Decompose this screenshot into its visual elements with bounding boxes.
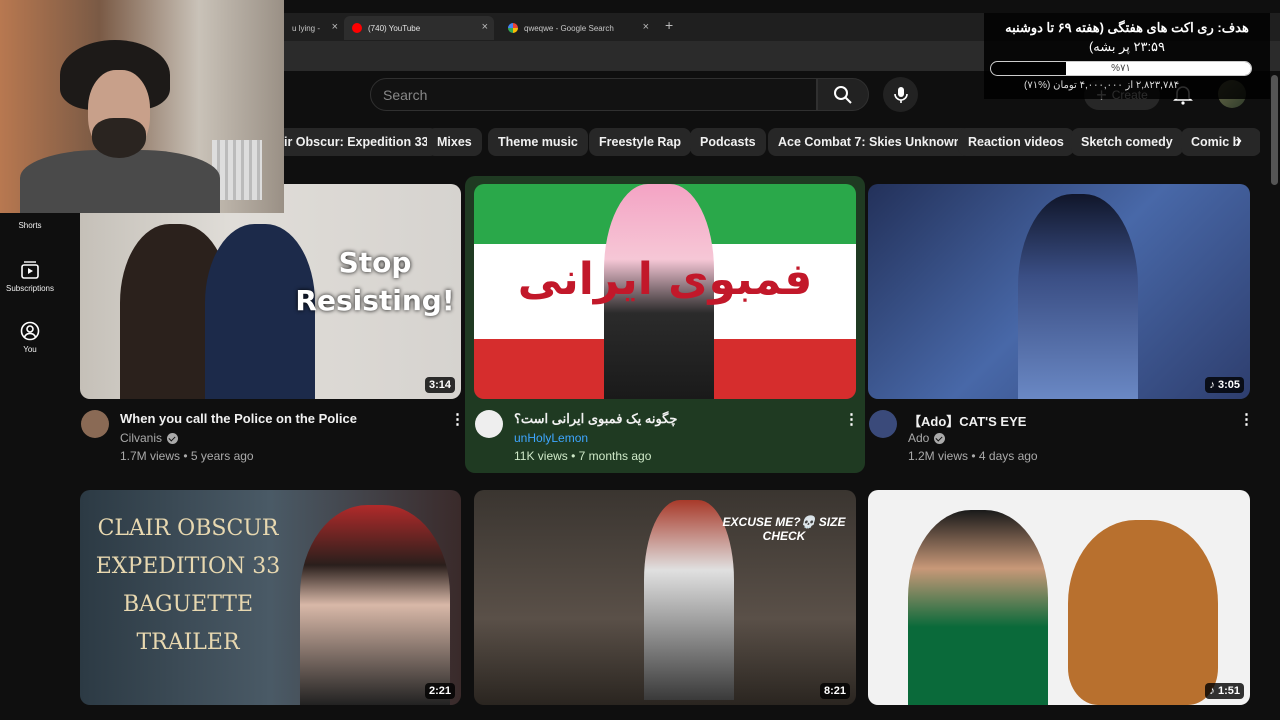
close-tab-icon[interactable]: ×	[482, 21, 488, 33]
chip-ace-combat[interactable]: Ace Combat 7: Skies Unknown	[768, 128, 972, 156]
video-thumbnail[interactable]: CLAIR OBSCUR EXPEDITION 33 BAGUETTE TRAI…	[80, 490, 461, 705]
tab-u-lying[interactable]: u lying - ×	[284, 16, 344, 40]
video-thumbnail[interactable]: ♪ 1:51	[868, 490, 1250, 705]
video-duration: 8:21	[819, 683, 850, 699]
channel-name[interactable]: unHolyLemon	[514, 431, 588, 445]
goal-progress-bar: %۷۱	[990, 61, 1252, 76]
channel-label: unHolyLemon	[514, 431, 589, 445]
tab-youtube[interactable]: (740) YouTube ×	[344, 16, 494, 40]
close-tab-icon[interactable]: ×	[643, 21, 649, 33]
video-meta: 11K views • 7 months ago	[514, 449, 652, 463]
video-thumbnail[interactable]: Stop Resisting! 3:14	[80, 184, 461, 399]
channel-avatar[interactable]	[475, 410, 503, 438]
goal-deadline: ۲۳:۵۹ پر بشه)	[1088, 39, 1166, 54]
verified-icon	[167, 432, 179, 444]
webcam-beard	[92, 118, 146, 158]
channel-name[interactable]: Cilvanis	[120, 431, 179, 445]
streamer-webcam	[0, 0, 284, 213]
video-duration: 3:14	[424, 377, 455, 393]
video-meta: 1.7M views • 5 years ago	[120, 449, 254, 463]
chevron-right-icon[interactable]: ›	[1236, 130, 1242, 151]
goal-progress-label: %۷۱	[1111, 63, 1131, 74]
video-duration: ♪ 3:05	[1205, 377, 1244, 393]
thumbnail-text: CLAIR OBSCUR EXPEDITION 33 BAGUETTE TRAI…	[95, 516, 281, 655]
video-thumbnail[interactable]: EXCUSE ME?💀 SIZE CHECK 8:21	[474, 490, 856, 705]
chip-mixes[interactable]: Mixes	[427, 128, 482, 156]
you-icon	[20, 321, 40, 341]
sidebar-item-label: Subscriptions	[5, 284, 55, 293]
tab-google-search[interactable]: qweqwe - Google Search ×	[500, 16, 655, 40]
more-options-icon[interactable]: ⋮	[844, 410, 859, 428]
video-thumbnail[interactable]: ♪ 3:05	[868, 184, 1250, 399]
sidebar-item-you[interactable]: You	[0, 321, 60, 354]
google-favicon-icon	[508, 23, 518, 33]
tab-title: (740) YouTube	[368, 23, 421, 33]
search-icon	[834, 85, 852, 104]
thumbnail-character	[300, 505, 450, 705]
youtube-favicon-icon	[352, 23, 362, 33]
goal-amount: ۲,۸۲۳,۷۸۴ از ۴,۰۰۰,۰۰۰ تومان (%۷۱)	[1024, 80, 1180, 91]
video-meta: 1.2M views • 4 days ago	[908, 449, 1038, 463]
thumbnail-text: فمبوی ایرانی	[517, 254, 813, 305]
more-options-icon[interactable]: ⋮	[450, 410, 465, 428]
chip-reaction-videos[interactable]: Reaction videos	[958, 128, 1074, 156]
webcam-body	[20, 150, 220, 213]
tab-title: qweqwe - Google Search	[524, 23, 614, 33]
tab-title: u lying -	[292, 23, 321, 33]
channel-name[interactable]: Ado	[908, 431, 946, 445]
video-duration: 2:21	[424, 683, 455, 699]
new-tab-button[interactable]: +	[665, 17, 673, 33]
chip-freestyle-rap[interactable]: Freestyle Rap	[589, 128, 691, 156]
subscriptions-icon	[21, 261, 39, 279]
microphone-icon	[893, 86, 908, 103]
sidebar-item-shorts[interactable]: Shorts	[0, 221, 60, 230]
video-thumbnail[interactable]: فمبوی ایرانی	[474, 184, 856, 399]
chip-podcasts[interactable]: Podcasts	[690, 128, 766, 156]
voice-search-button[interactable]	[883, 77, 918, 112]
thumbnail-dog	[1068, 520, 1218, 705]
chip-sketch-comedy[interactable]: Sketch comedy	[1071, 128, 1183, 156]
close-tab-icon[interactable]: ×	[332, 21, 338, 33]
goal-title: هدف: ری اکت های هفتگی (هفته ۶۹ تا دوشنبه	[1005, 20, 1249, 35]
chip-comic[interactable]: Comic b	[1181, 128, 1260, 156]
channel-label: Ado	[908, 431, 930, 445]
sidebar-item-label: Shorts	[18, 221, 42, 230]
sidebar-item-label: You	[23, 345, 37, 354]
video-duration: ♪ 1:51	[1205, 683, 1244, 699]
chip-expedition-33[interactable]: ir Obscur: Expedition 33	[284, 128, 439, 156]
channel-avatar[interactable]	[81, 410, 109, 438]
thumbnail-person	[908, 510, 1048, 705]
video-title[interactable]: 【Ado】CAT'S EYE	[908, 411, 1026, 430]
search-button[interactable]	[817, 78, 869, 111]
sidebar-item-subscriptions[interactable]: Subscriptions	[0, 260, 60, 293]
video-title[interactable]: چگونه یک فمبوی ایرانی است؟	[514, 411, 677, 427]
page-scrollbar[interactable]	[1271, 75, 1278, 185]
channel-label: Cilvanis	[120, 431, 163, 445]
verified-icon	[934, 432, 946, 444]
more-options-icon[interactable]: ⋮	[1239, 410, 1254, 428]
screen: u lying - × (740) YouTube × qweqwe - Goo…	[0, 0, 1280, 720]
chip-theme-music[interactable]: Theme music	[488, 128, 588, 156]
thumbnail-text: Stop Resisting!	[295, 246, 455, 317]
filter-chips-bar: ir Obscur: Expedition 33 Mixes Theme mus…	[284, 128, 1260, 156]
search-input[interactable]: Search	[370, 78, 817, 111]
video-title[interactable]: When you call the Police on the Police	[120, 411, 357, 426]
thumbnail-text: EXCUSE ME?💀 SIZE CHECK	[722, 515, 846, 543]
thumbnail-character	[1018, 194, 1138, 399]
donation-goal-overlay: هدف: ری اکت های هفتگی (هفته ۶۹ تا دوشنبه…	[984, 13, 1270, 99]
channel-avatar[interactable]	[869, 410, 897, 438]
